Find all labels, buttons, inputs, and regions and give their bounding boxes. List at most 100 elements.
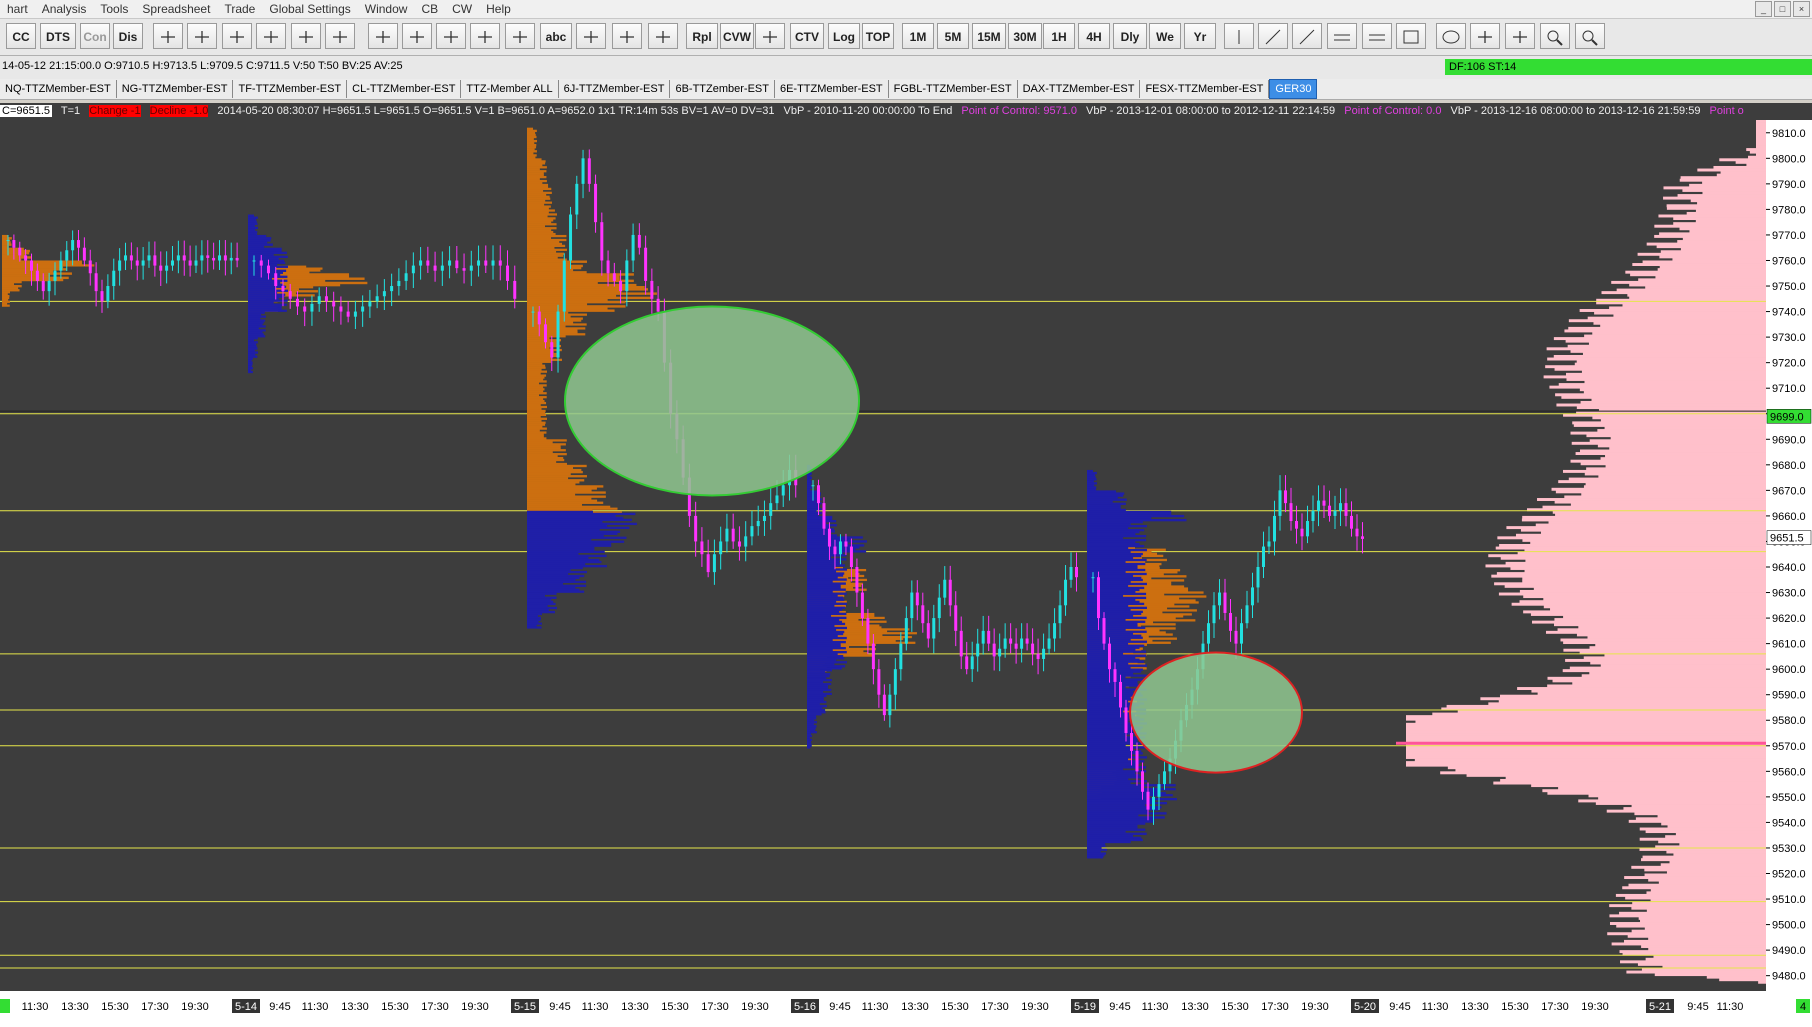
profile-bar — [807, 696, 824, 700]
menu-spreadsheet[interactable]: Spreadsheet — [135, 2, 217, 16]
profile-bar — [248, 339, 255, 342]
fit-width-button[interactable] — [153, 23, 183, 49]
cursor-button[interactable] — [368, 23, 398, 49]
profile-bar — [527, 399, 545, 403]
toolbar-1h-button[interactable]: 1H — [1043, 23, 1075, 49]
tab-6e-ttzmember-est[interactable]: 6E-TTZMember-EST — [775, 80, 889, 98]
toolbar-dis-button[interactable]: Dis — [113, 23, 143, 49]
tab-dax-ttzmember-est[interactable]: DAX-TTZMember-EST — [1018, 80, 1141, 98]
toolbar-4h-button[interactable]: 4H — [1078, 23, 1110, 49]
profile-bar — [807, 620, 843, 624]
page-button[interactable] — [612, 23, 642, 49]
toolbar-top-button[interactable]: TOP — [862, 23, 894, 49]
print-button[interactable] — [291, 23, 321, 49]
profile-bar — [527, 522, 637, 526]
menu-window[interactable]: Window — [358, 2, 415, 16]
menu-analysis[interactable]: Analysis — [35, 2, 94, 16]
candle-body — [816, 485, 820, 504]
hand-button[interactable] — [1505, 23, 1535, 49]
tab-ttz-member all[interactable]: TTZ-Member ALL — [461, 80, 559, 98]
profile-bar — [807, 725, 817, 728]
menu-hart[interactable]: hart — [0, 2, 35, 16]
ray-button[interactable] — [1292, 23, 1322, 49]
toolbar-30m-button[interactable]: 30M — [1008, 23, 1042, 49]
trendline-button[interactable] — [1258, 23, 1288, 49]
compress-bars-button[interactable] — [222, 23, 252, 49]
profile-bar — [248, 239, 271, 242]
toolbar-dts-button[interactable]: DTS — [40, 23, 76, 49]
candle-body — [1053, 623, 1057, 639]
magnet-button[interactable] — [436, 23, 466, 49]
profile-bar — [1087, 696, 1131, 699]
toolbar-15m-button[interactable]: 15M — [972, 23, 1006, 49]
menu-cb[interactable]: CB — [414, 2, 445, 16]
menu-tools[interactable]: Tools — [93, 2, 135, 16]
overall-profile-bar — [1697, 201, 1766, 205]
profile-bar — [527, 574, 585, 578]
profile-bar — [807, 734, 812, 738]
menu-cw[interactable]: CW — [445, 2, 479, 16]
tab-6j-ttzmember-est[interactable]: 6J-TTZMember-EST — [559, 80, 671, 98]
tab-cl-ttzmember-est[interactable]: CL-TTZMember-EST — [347, 80, 462, 98]
toolbar-cc-button[interactable]: CC — [6, 23, 36, 49]
profile-bar — [248, 363, 253, 366]
profile-bar — [527, 238, 567, 242]
tab-fgbl-ttzmember-est[interactable]: FGBL-TTZMember-EST — [889, 80, 1018, 98]
time-label: 11:30 — [1422, 1001, 1449, 1013]
toolbar-5m-button[interactable]: 5M — [937, 23, 969, 49]
tab-nq-ttzmember-est[interactable]: NQ-TTZMember-EST — [0, 80, 117, 98]
toolbar-con-button[interactable]: Con — [80, 23, 110, 49]
close-button[interactable]: × — [1793, 1, 1810, 17]
zoom-button[interactable] — [1540, 23, 1570, 49]
candle-body — [53, 270, 57, 281]
channel-button[interactable] — [1362, 23, 1392, 49]
toolbar-rpl-button[interactable]: Rpl — [686, 23, 718, 49]
vertical-line-button[interactable] — [505, 23, 535, 49]
grid-button[interactable] — [755, 23, 785, 49]
toolbar-yr-button[interactable]: Yr — [1184, 23, 1216, 49]
profile-bar — [248, 283, 284, 286]
tab-tf-ttzmember-est[interactable]: TF-TTZMember-EST — [233, 80, 348, 98]
toolbar-1m-button[interactable]: 1M — [902, 23, 934, 49]
crosshair-button[interactable] — [402, 23, 432, 49]
draw-button[interactable] — [470, 23, 500, 49]
profile-bar — [1087, 818, 1155, 821]
bar-spacing-icon — [264, 31, 278, 43]
overall-profile-bar — [1585, 482, 1766, 486]
annotation-ellipse[interactable] — [564, 305, 860, 497]
hline-tool-button[interactable] — [1327, 23, 1357, 49]
toolbar-cvw-button[interactable]: CVW — [720, 23, 754, 49]
profile-bar — [1087, 814, 1139, 817]
tab-fesx-ttzmember-est[interactable]: FESX-TTZMember-EST — [1140, 80, 1270, 98]
price-chart[interactable]: 9810.0 9800.0 9790.0 9780.0 9770.0 9760.0 9750… — [0, 103, 1812, 1027]
page-button[interactable] — [648, 23, 678, 49]
toolbar-dly-button[interactable]: Dly — [1113, 23, 1147, 49]
overall-profile-bar — [1576, 406, 1766, 410]
toolbar-log-button[interactable]: Log — [828, 23, 860, 49]
menu-global-settings[interactable]: Global Settings — [262, 2, 357, 16]
toolbar-abc-button[interactable]: abc — [540, 23, 572, 49]
tab-ng-ttzmember-est[interactable]: NG-TTZMember-EST — [117, 80, 234, 98]
rainbow-button[interactable] — [325, 23, 355, 49]
toolbar-we-button[interactable]: We — [1149, 23, 1181, 49]
fibonacci-button[interactable] — [1470, 23, 1500, 49]
overall-profile-bar — [1480, 697, 1766, 701]
profile-bar — [527, 174, 544, 177]
annotation-ellipse[interactable] — [1129, 651, 1303, 774]
ellipse-button[interactable] — [1436, 23, 1466, 49]
page-button[interactable] — [576, 23, 606, 49]
tab-6b-ttzember-est[interactable]: 6B-TTZember-EST — [670, 80, 775, 98]
bar-spacing-button[interactable] — [256, 23, 286, 49]
expand-bars-button[interactable] — [187, 23, 217, 49]
menu-trade[interactable]: Trade — [217, 2, 262, 16]
restore-button[interactable]: □ — [1774, 1, 1791, 17]
tab-ger30[interactable]: GER30 — [1269, 79, 1318, 99]
minimize-button[interactable]: _ — [1755, 1, 1772, 17]
rectangle-button[interactable] — [1396, 23, 1426, 49]
zoom-reset-button[interactable] — [1575, 23, 1605, 49]
menu-help[interactable]: Help — [479, 2, 518, 16]
toolbar-ctv-button[interactable]: CTV — [790, 23, 824, 49]
vline-tool-button[interactable] — [1224, 23, 1254, 49]
profile-bar — [527, 499, 598, 502]
profile-bar — [1087, 752, 1143, 755]
